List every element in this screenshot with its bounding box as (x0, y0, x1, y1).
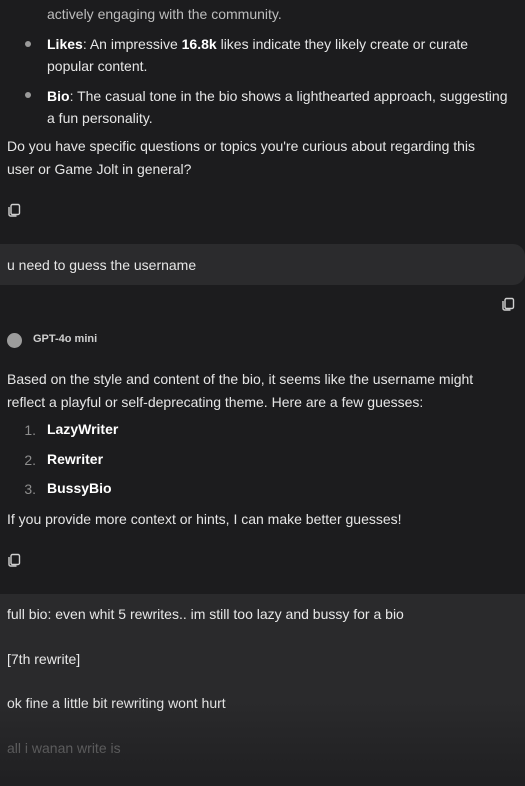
bullet-dot (25, 92, 31, 98)
user-message-line: all i wanan write is (7, 740, 121, 756)
bullet-title: Bio (47, 88, 70, 104)
model-name: GPT-4o mini (33, 333, 98, 345)
guess-item: Rewriter (47, 451, 104, 467)
reply-outro: If you provide more context or hints, I … (7, 511, 402, 527)
guess-item: BussyBio (47, 480, 112, 496)
user-message-line: ok fine a little bit rewriting wont hurt (7, 695, 226, 711)
paragraph-line: reflect a playful or self-deprecating th… (7, 394, 424, 410)
list-number: 3. (24, 481, 36, 497)
user-message-bubble: full bio: even whit 5 rewrites.. im stil… (0, 594, 525, 786)
copy-icon[interactable] (7, 553, 21, 567)
list-number: 2. (24, 452, 36, 468)
likes-count: 16.8k (181, 36, 217, 52)
user-message-line: full bio: even whit 5 rewrites.. im stil… (7, 606, 404, 622)
copy-icon[interactable] (7, 203, 21, 217)
list-number: 1. (24, 422, 36, 438)
bullet-text: popular content. (47, 58, 148, 74)
paragraph-line: user or Game Jolt in general? (7, 161, 192, 177)
bullet-text: likes indicate they likely create or cur… (216, 36, 469, 52)
bullet-text: : The casual tone in the bio shows a lig… (69, 88, 508, 104)
top-fade (0, 0, 525, 8)
guess-item: LazyWriter (47, 421, 119, 437)
copy-icon[interactable] (501, 297, 515, 311)
bullet-title: Likes (47, 36, 83, 52)
paragraph-line: Based on the style and content of the bi… (7, 371, 474, 387)
user-message-bubble: u need to guess the username (0, 244, 525, 285)
bullet-text: : An impressive (82, 36, 182, 52)
user-message-line: [7th rewrite] (7, 651, 81, 667)
reply-intro: Based on the style and content of the bi… (7, 368, 517, 414)
question-paragraph: Do you have specific questions or topics… (7, 135, 517, 181)
model-avatar (7, 333, 22, 348)
paragraph-line: Do you have specific questions or topics… (7, 138, 476, 154)
bullet-bio: Bio: The casual tone in the bio shows a … (47, 85, 525, 129)
bullet-likes: Likes: An impressive 16.8k likes indicat… (47, 33, 525, 77)
bullet-dot (25, 41, 31, 47)
user-message-text: u need to guess the username (7, 257, 197, 273)
bullet-text: a fun personality. (47, 110, 153, 126)
